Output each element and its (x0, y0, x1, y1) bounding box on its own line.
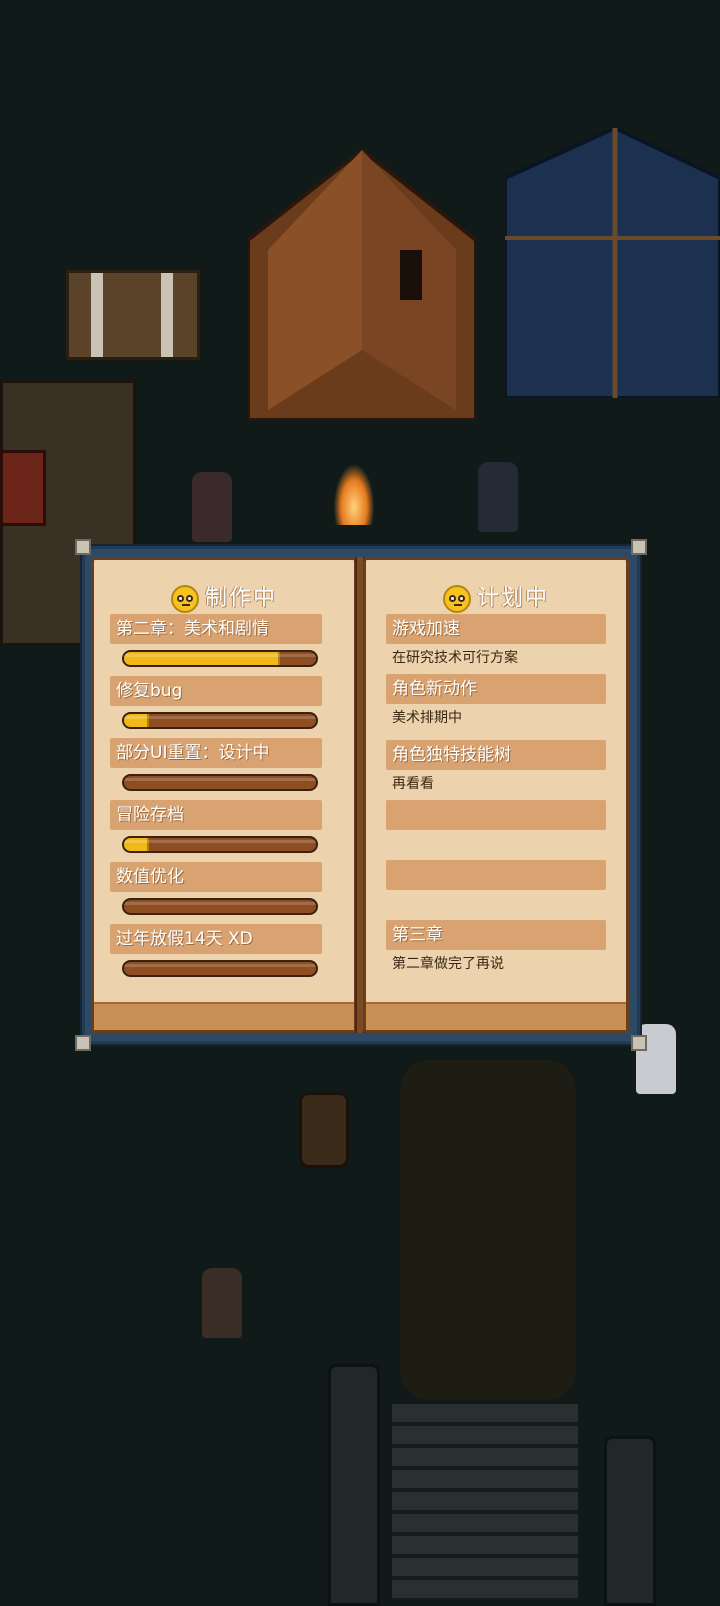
progress-bar (122, 836, 318, 853)
dirt-path (400, 1060, 576, 1400)
plan-item-empty (386, 860, 606, 890)
task-label: 冒险存档 (110, 800, 322, 830)
plan-label: 角色新动作 (386, 674, 606, 704)
planned-title: 计划中 (476, 586, 549, 611)
red-sign (0, 450, 46, 526)
in-progress-page: 制作中 第二章：美术和剧情 修复bug 部分UI重置：设计中 冒险存档 数值优化… (91, 557, 357, 1033)
task-item: 过年放假14天 XD (110, 924, 322, 977)
stone-pillar-right (604, 1436, 656, 1606)
progress-bar (122, 712, 318, 729)
neutral-face-icon (442, 585, 471, 613)
plan-label: 游戏加速 (386, 614, 606, 644)
plan-label: 角色独特技能树 (386, 740, 606, 770)
plan-label (386, 800, 606, 830)
plan-label (386, 860, 606, 890)
plan-note: 美术排期中 (392, 710, 462, 726)
task-item: 第二章：美术和剧情 (110, 614, 322, 667)
progress-book: 制作中 第二章：美术和剧情 修复bug 部分UI重置：设计中 冒险存档 数值优化… (75, 539, 647, 1051)
task-item: 数值优化 (110, 862, 322, 915)
page-bottom-edge (94, 1002, 354, 1030)
plan-item: 角色新动作 美术排期中 (386, 674, 606, 732)
task-item: 修复bug (110, 676, 322, 729)
task-label: 第二章：美术和剧情 (110, 614, 322, 644)
book-corner (75, 539, 91, 555)
planned-page: 计划中 游戏加速 在研究技术可行方案 角色新动作 美术排期中 角色独特技能树 再… (363, 557, 629, 1033)
plan-item: 角色独特技能树 再看看 (386, 740, 606, 798)
plan-item-empty (386, 800, 606, 830)
character-left-camp[interactable] (192, 472, 232, 542)
plan-label: 第三章 (386, 920, 606, 950)
character-bottom[interactable] (202, 1268, 242, 1338)
character-right-camp[interactable] (478, 462, 518, 532)
stone-pillar-left (328, 1364, 380, 1606)
book-corner (75, 1035, 91, 1051)
neutral-face-icon (170, 585, 199, 613)
task-label: 部分UI重置：设计中 (110, 738, 322, 768)
plan-item: 游戏加速 在研究技术可行方案 (386, 614, 606, 672)
page-title: 制作中 (94, 580, 354, 613)
progress-bar (122, 898, 318, 915)
book-corner (631, 1035, 647, 1051)
page-title: 计划中 (366, 580, 626, 613)
task-label: 过年放假14天 XD (110, 924, 322, 954)
stone-stairs (392, 1404, 578, 1600)
book-corner (631, 539, 647, 555)
task-item: 部分UI重置：设计中 (110, 738, 322, 791)
barrel (299, 1092, 349, 1168)
orange-tent (248, 150, 476, 420)
progress-bar (122, 960, 318, 977)
plan-note: 第二章做完了再说 (392, 956, 504, 972)
plan-note: 再看看 (392, 776, 434, 792)
plan-note: 在研究技术可行方案 (392, 650, 518, 666)
progress-bar (122, 650, 318, 667)
blue-tent (505, 128, 720, 398)
task-item: 冒险存档 (110, 800, 322, 853)
task-label: 修复bug (110, 676, 322, 706)
plan-item: 第三章 第二章做完了再说 (386, 920, 606, 978)
supply-crate (66, 270, 200, 360)
page-bottom-edge (366, 1002, 626, 1030)
in-progress-title: 制作中 (204, 586, 277, 611)
progress-bar (122, 774, 318, 791)
campfire (334, 465, 374, 525)
task-label: 数值优化 (110, 862, 322, 892)
